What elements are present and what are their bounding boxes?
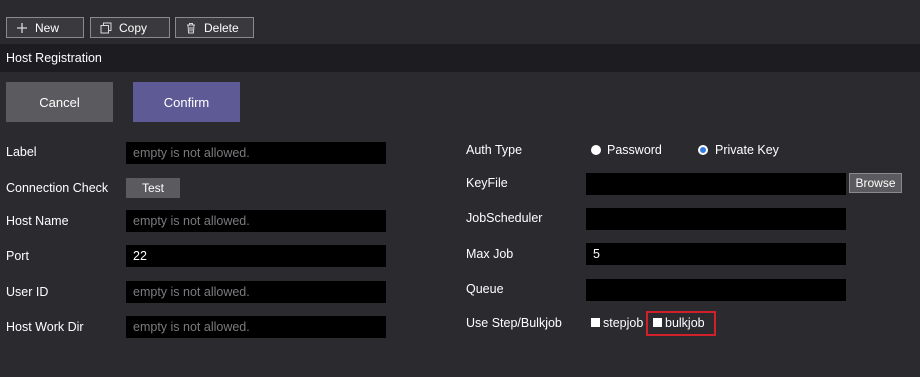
trash-icon	[184, 21, 197, 34]
cancel-button[interactable]: Cancel	[6, 82, 113, 122]
user-id-label: User ID	[6, 285, 49, 299]
max-job-label: Max Job	[466, 247, 514, 261]
password-radio-label: Password	[607, 143, 662, 157]
queue-input[interactable]	[586, 279, 846, 301]
test-button[interactable]: Test	[126, 178, 180, 198]
keyfile-input[interactable]	[586, 173, 846, 195]
delete-button-label: Delete	[204, 20, 239, 35]
jobscheduler-input[interactable]	[586, 208, 846, 230]
label-input[interactable]	[126, 142, 386, 164]
section-title: Host Registration	[6, 51, 102, 65]
password-radio[interactable]	[591, 145, 601, 155]
max-job-input[interactable]	[586, 243, 846, 265]
host-work-dir-input[interactable]	[126, 316, 386, 338]
delete-button[interactable]: Delete	[175, 17, 254, 38]
new-button[interactable]: New	[6, 17, 84, 38]
browse-button[interactable]: Browse	[849, 173, 902, 193]
auth-type-label: Auth Type	[466, 143, 523, 157]
host-name-input[interactable]	[126, 210, 386, 232]
port-label: Port	[6, 249, 29, 263]
private-key-radio[interactable]	[698, 145, 708, 155]
stepjob-checkbox[interactable]	[591, 318, 600, 327]
host-name-label: Host Name	[6, 214, 69, 228]
copy-button-label: Copy	[119, 20, 148, 35]
confirm-button[interactable]: Confirm	[133, 82, 240, 122]
jobscheduler-label: JobScheduler	[466, 211, 543, 225]
private-key-radio-label: Private Key	[715, 143, 779, 157]
test-button-label: Test	[141, 181, 164, 195]
use-step-bulkjob-label: Use Step/Bulkjob	[466, 316, 562, 330]
toolbar: New Copy Delete	[0, 0, 920, 44]
label-field-label: Label	[6, 145, 37, 159]
cancel-button-label: Cancel	[39, 94, 80, 110]
copy-icon	[99, 21, 112, 34]
new-button-label: New	[35, 20, 60, 35]
host-work-dir-label: Host Work Dir	[6, 320, 84, 334]
browse-button-label: Browse	[855, 176, 896, 190]
keyfile-label: KeyFile	[466, 176, 508, 190]
copy-button[interactable]: Copy	[90, 17, 170, 38]
connection-check-label: Connection Check	[6, 181, 109, 195]
port-input[interactable]	[126, 245, 386, 267]
user-id-input[interactable]	[126, 281, 386, 303]
queue-label: Queue	[466, 282, 504, 296]
confirm-button-label: Confirm	[163, 94, 210, 110]
bulkjob-highlight-box	[646, 311, 716, 336]
plus-icon	[15, 21, 28, 34]
stepjob-checkbox-label: stepjob	[603, 316, 644, 330]
section-header: Host Registration	[0, 44, 920, 72]
